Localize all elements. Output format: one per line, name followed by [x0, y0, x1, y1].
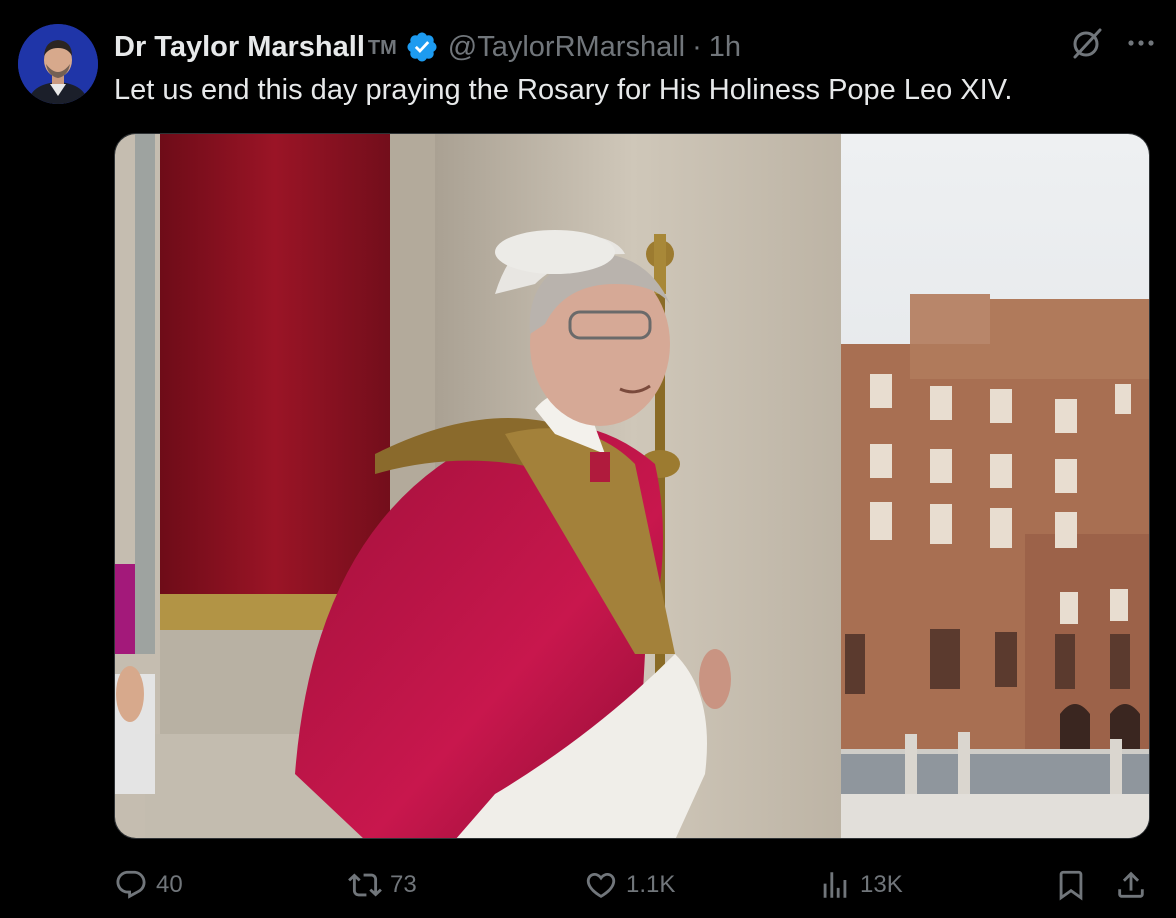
grok-icon[interactable] — [1070, 26, 1104, 60]
bookmark-button[interactable] — [1054, 862, 1088, 908]
avatar-image — [18, 24, 98, 104]
more-icon[interactable] — [1126, 28, 1156, 58]
tweet-text: Let us end this day praying the Rosary f… — [114, 74, 1013, 106]
reply-count: 40 — [156, 871, 183, 898]
timestamp[interactable]: 1h — [709, 31, 741, 64]
tweet: Dr Taylor Marshall TM @TaylorRMarshall ·… — [0, 0, 1176, 918]
views-count: 13K — [860, 871, 903, 898]
header-actions — [1070, 26, 1156, 60]
photo-image — [115, 134, 1149, 838]
display-name[interactable]: Dr Taylor Marshall — [114, 31, 365, 64]
views-button[interactable]: 13K — [818, 862, 903, 908]
like-count: 1.1K — [626, 871, 676, 898]
share-icon — [1114, 868, 1148, 902]
tweet-actions: 40 73 1.1K 13K — [114, 862, 1154, 908]
verified-badge-icon[interactable] — [405, 30, 439, 64]
heart-icon — [584, 868, 618, 902]
repost-count: 73 — [390, 871, 417, 898]
avatar[interactable] — [18, 24, 98, 104]
trademark-label: TM — [367, 36, 397, 59]
tweet-header: Dr Taylor Marshall TM @TaylorRMarshall ·… — [114, 27, 741, 67]
views-icon — [818, 868, 852, 902]
reply-button[interactable]: 40 — [114, 862, 183, 908]
author-handle[interactable]: @TaylorRMarshall — [448, 31, 685, 64]
repost-icon — [348, 868, 382, 902]
reply-icon — [114, 868, 148, 902]
share-button[interactable] — [1114, 862, 1148, 908]
tweet-photo[interactable] — [114, 133, 1150, 839]
separator-dot: · — [692, 30, 702, 63]
bookmark-icon — [1054, 868, 1088, 902]
like-button[interactable]: 1.1K — [584, 862, 675, 908]
repost-button[interactable]: 73 — [348, 862, 417, 908]
